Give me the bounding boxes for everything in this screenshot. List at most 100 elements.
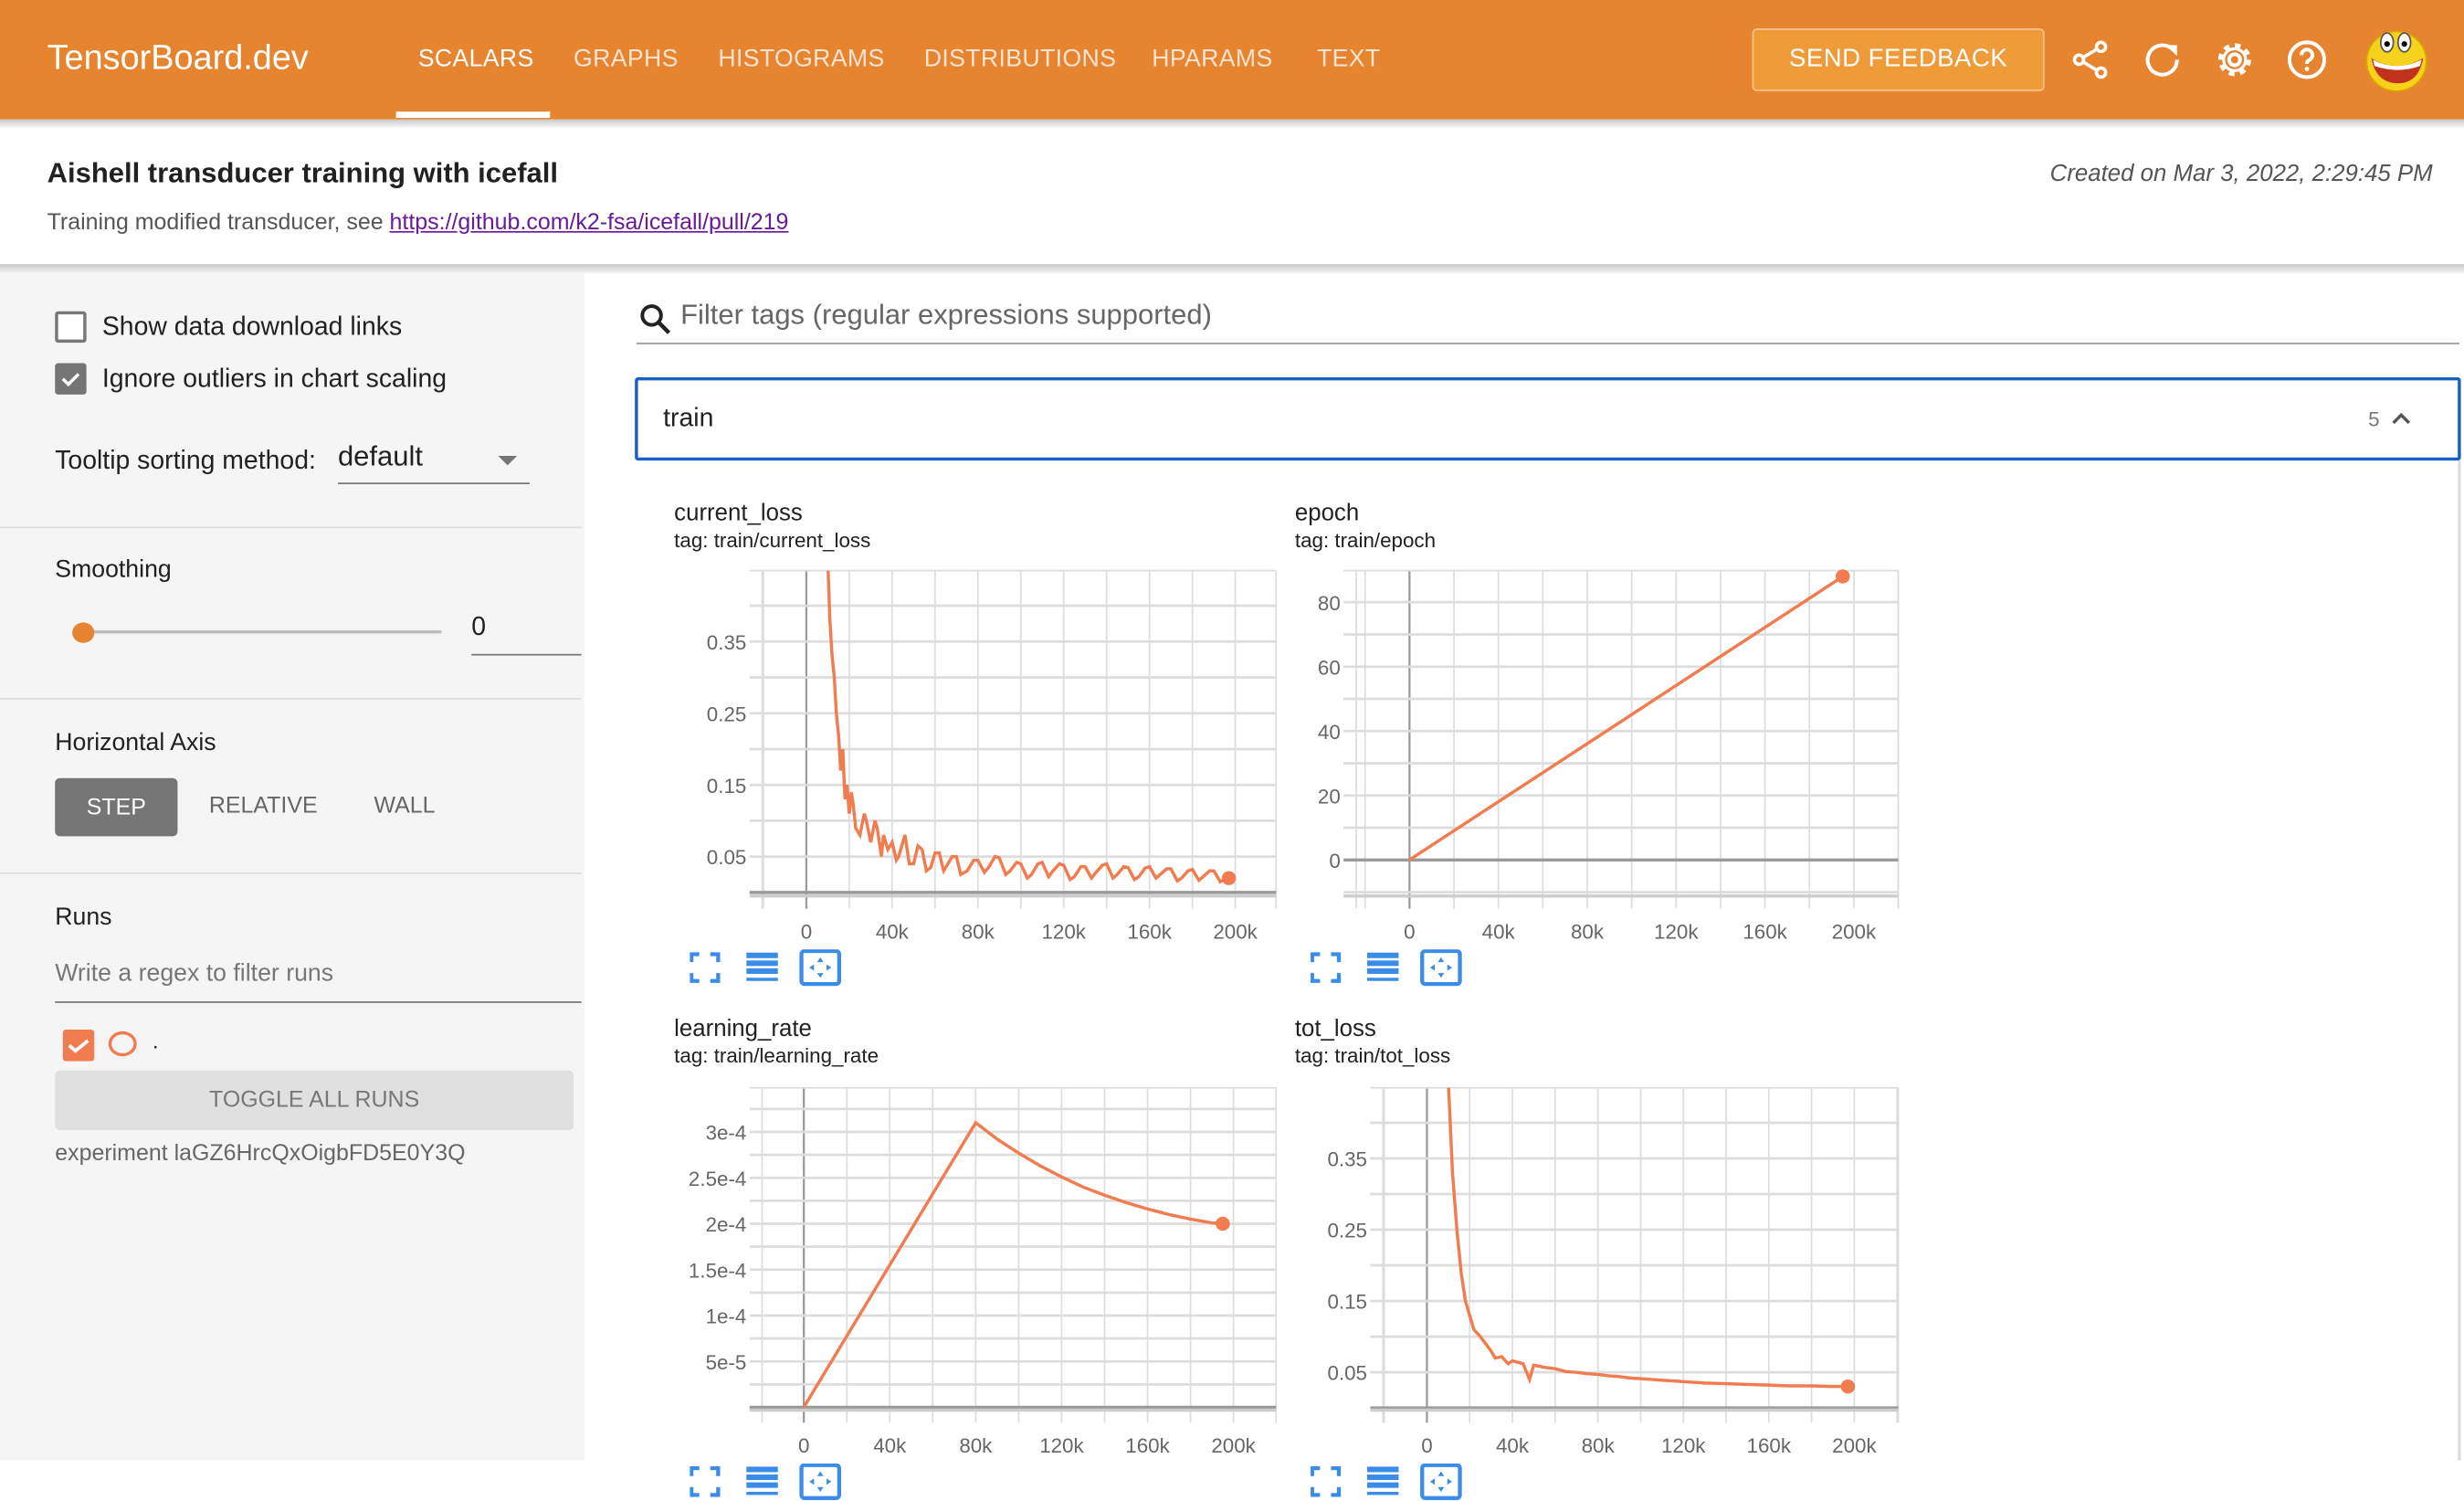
- axis-step-button[interactable]: STEP: [55, 777, 178, 837]
- x-tick-label: 120k: [1661, 1434, 1706, 1457]
- smoothing-label: Smoothing: [55, 556, 172, 584]
- fit-domain-icon[interactable]: [799, 949, 842, 987]
- fullscreen-icon[interactable]: [690, 952, 721, 983]
- divider: [0, 872, 582, 874]
- axis-wall-button[interactable]: WALL: [374, 794, 436, 819]
- y-tick-label: 0.25: [707, 703, 747, 725]
- last-point[interactable]: [1216, 1216, 1230, 1231]
- divider: [0, 697, 582, 700]
- active-tab-indicator: [395, 111, 551, 119]
- tab-graphs[interactable]: GRAPHS: [574, 46, 679, 74]
- series-line: [827, 570, 1230, 884]
- experiment-title: Aishell transducer training with icefall: [47, 157, 558, 189]
- refresh-icon[interactable]: [2141, 37, 2185, 81]
- divider: [0, 526, 582, 529]
- y-tick-label: 0: [1329, 850, 1340, 872]
- tab-hparams[interactable]: HPARAMS: [1152, 46, 1272, 74]
- tab-histograms[interactable]: HISTOGRAMS: [718, 46, 884, 74]
- tab-distributions[interactable]: DISTRIBUTIONS: [924, 46, 1116, 74]
- y-tick-label: 5e-5: [706, 1351, 747, 1374]
- filter-tags-input[interactable]: Filter tags (regular expressions support…: [636, 299, 2459, 344]
- tooltip-sorting-select[interactable]: default: [337, 440, 530, 484]
- ignore-outliers-checkbox[interactable]: [55, 363, 87, 395]
- chart-tag: tag: train/current_loss: [674, 528, 871, 552]
- smoothing-slider-thumb[interactable]: [72, 622, 95, 643]
- sidebar: Show data download links Ignore outliers…: [0, 273, 585, 1461]
- axis-relative-button[interactable]: RELATIVE: [209, 794, 318, 819]
- grid: [749, 1086, 1278, 1423]
- description-link[interactable]: https://github.com/k2-fsa/icefall/pull/2…: [390, 211, 789, 237]
- log-scale-list-icon[interactable]: [746, 1466, 778, 1496]
- chart-title: tot_loss: [1294, 1015, 1376, 1042]
- run-color-circle-icon[interactable]: [108, 1031, 137, 1057]
- x-tick-label: 40k: [873, 1434, 907, 1457]
- log-scale-list-icon[interactable]: [1367, 952, 1399, 981]
- y-tick-label: 2e-4: [706, 1213, 747, 1236]
- smoothing-input[interactable]: 0: [471, 613, 582, 656]
- x-tick-label: 200k: [1213, 920, 1258, 943]
- y-tick-label: 2.5e-4: [689, 1168, 746, 1190]
- y-tick-label: 0.35: [1327, 1148, 1367, 1171]
- x-tick-label: 160k: [1127, 920, 1172, 943]
- series-line: [1447, 1087, 1848, 1389]
- fullscreen-icon[interactable]: [690, 1465, 721, 1497]
- experiment-description: Training modified transducer, see https:…: [47, 211, 789, 237]
- x-tick-label: 0: [1421, 1434, 1432, 1457]
- y-tick-label: 0.05: [1327, 1362, 1367, 1385]
- send-feedback-button[interactable]: SEND FEEDBACK: [1752, 27, 2045, 91]
- chart-actions: [690, 1463, 842, 1500]
- x-tick-label: 0: [801, 920, 812, 943]
- y-tick-label: 40: [1318, 721, 1341, 744]
- runs-filter-input[interactable]: Write a regex to filter runs: [55, 960, 582, 1003]
- last-point[interactable]: [1836, 569, 1850, 584]
- fit-domain-icon[interactable]: [1420, 949, 1462, 987]
- y-tick-label: 1e-4: [706, 1305, 747, 1328]
- tooltip-sorting-label: Tooltip sorting method:: [55, 446, 316, 475]
- chart-learning_rate[interactable]: 5e-5 1e-4 1.5e-4 2e-4 2.5e-4 3e-4 0 40k 80k 120k 1…: [668, 1086, 1291, 1474]
- show-download-links-label[interactable]: Show data download links: [102, 312, 402, 343]
- y-tick-label: 0.35: [707, 631, 747, 654]
- y-tick-label: 20: [1318, 785, 1341, 808]
- chevron-up-icon[interactable]: [2388, 406, 2414, 431]
- x-tick-label: 120k: [1039, 1434, 1084, 1457]
- y-tick-label: 1.5e-4: [689, 1259, 746, 1282]
- chart-tot_loss[interactable]: 0.05 0.15 0.25 0.35 0 40k 80k 120k 160k 200k: [1289, 1086, 1914, 1474]
- run-checkbox[interactable]: [62, 1030, 95, 1062]
- chart-title: epoch: [1294, 500, 1360, 527]
- last-point[interactable]: [1221, 871, 1237, 885]
- x-tick-label: 0: [798, 1434, 809, 1457]
- help-icon[interactable]: [2285, 37, 2329, 81]
- smoothing-value: 0: [471, 613, 487, 642]
- horizontal-axis-label: Horizontal Axis: [55, 729, 216, 756]
- smoothing-slider-track[interactable]: [86, 630, 442, 634]
- last-point[interactable]: [1840, 1379, 1856, 1394]
- log-scale-list-icon[interactable]: [746, 952, 778, 981]
- share-icon[interactable]: [2068, 37, 2111, 81]
- log-scale-list-icon[interactable]: [1367, 1466, 1399, 1496]
- y-tick-label: 60: [1318, 656, 1341, 679]
- x-tick-label: 40k: [1496, 1434, 1530, 1457]
- tab-scalars[interactable]: SCALARS: [418, 46, 534, 74]
- chart-title: learning_rate: [674, 1015, 812, 1042]
- tab-text[interactable]: TEXT: [1317, 46, 1381, 74]
- settings-icon[interactable]: [2213, 37, 2257, 81]
- chart-actions: [1311, 949, 1462, 987]
- x-tick-label: 120k: [1654, 920, 1699, 943]
- toggle-all-runs-button[interactable]: TOGGLE ALL RUNS: [55, 1070, 574, 1131]
- description-text: Training modified transducer, see: [47, 210, 390, 237]
- x-tick-label: 160k: [1747, 1434, 1792, 1457]
- fullscreen-icon[interactable]: [1311, 952, 1342, 983]
- group-count: 5: [2368, 407, 2380, 431]
- chart-epoch[interactable]: 0 20 40 60 80 0 40k 80k 120k 160k 200k: [1262, 569, 1914, 959]
- logo[interactable]: TensorBoard.dev: [47, 37, 309, 79]
- fullscreen-icon[interactable]: [1311, 1465, 1342, 1497]
- avatar-icon[interactable]: [2362, 26, 2431, 95]
- group-train-header[interactable]: train 5: [635, 376, 2461, 461]
- ignore-outliers-label[interactable]: Ignore outliers in chart scaling: [102, 365, 447, 395]
- chart-current_loss[interactable]: 0.05 0.15 0.25 0.35 0 40k 80k 120k 160k 200k: [668, 569, 1291, 959]
- runs-label: Runs: [55, 904, 112, 931]
- x-tick-label: 40k: [876, 920, 910, 943]
- show-download-links-checkbox[interactable]: [55, 311, 87, 344]
- fit-domain-icon[interactable]: [1420, 1463, 1462, 1500]
- fit-domain-icon[interactable]: [799, 1463, 842, 1500]
